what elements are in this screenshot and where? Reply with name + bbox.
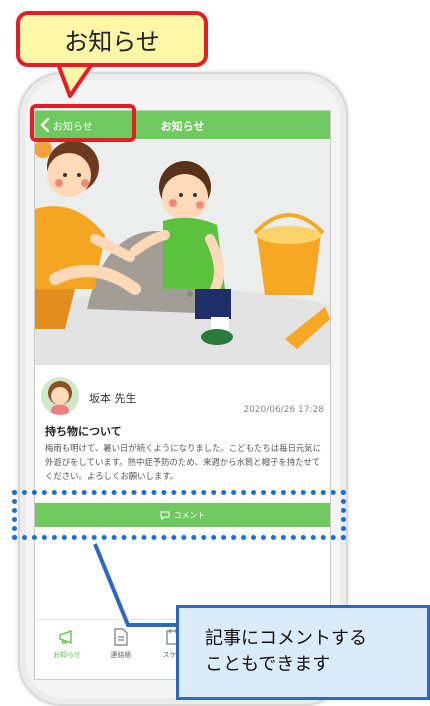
tab-contact-book[interactable]: 連絡帳 <box>91 628 151 660</box>
post-body: 梅雨も明けて、暑い日が続くようになりました。こどもたちは毎日元気に外遊びをしてい… <box>45 443 321 481</box>
tab-contact-book-label: 連絡帳 <box>110 651 132 659</box>
post-title: 持ち物について <box>45 425 122 438</box>
comment-button-highlight <box>12 490 346 540</box>
avatar <box>41 377 79 415</box>
notice-callout: お知らせ <box>16 11 208 67</box>
author-name: 坂本 先生 <box>89 392 137 405</box>
notebook-icon <box>114 628 128 646</box>
comment-callout-text: 記事にコメントする こともできます <box>205 626 367 678</box>
comment-callout-line2: こともできます <box>205 654 331 675</box>
notice-callout-label: お知らせ <box>64 27 160 56</box>
app-screen: お知らせ お知らせ 坂本 先生 2020/06/26 17:28 持ち物について… <box>34 110 331 680</box>
post-date: 2020/06/26 17:28 <box>243 405 324 415</box>
bucket <box>253 213 325 295</box>
post-illustration <box>35 139 330 409</box>
tab-notices-label: お知らせ <box>53 651 81 659</box>
comment-callout-line1: 記事にコメントする <box>205 628 367 649</box>
post-author-row: 坂本 先生 2020/06/26 17:28 <box>41 377 324 417</box>
back-button-highlight <box>30 104 136 142</box>
tab-notices[interactable]: お知らせ <box>37 628 97 660</box>
comment-callout: 記事にコメントする こともできます <box>176 605 430 700</box>
megaphone-icon <box>59 630 72 644</box>
